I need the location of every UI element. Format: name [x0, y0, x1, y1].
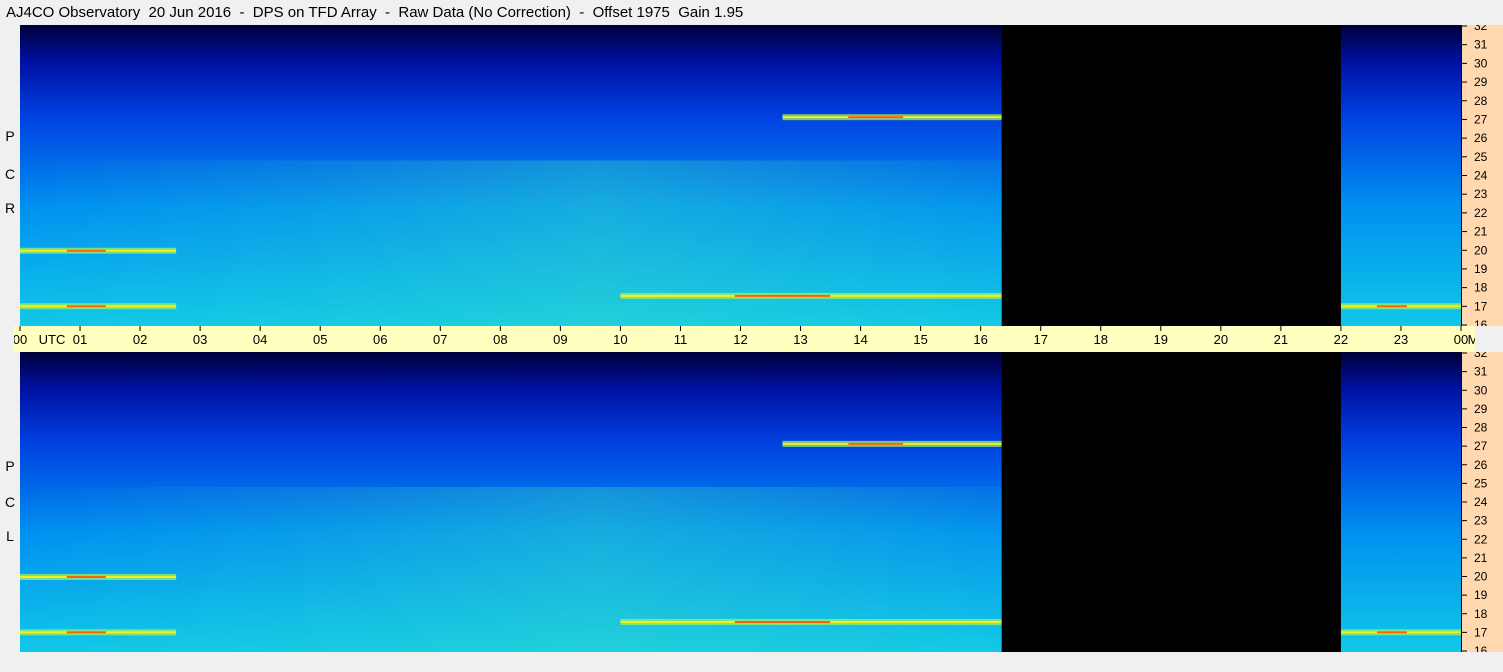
time-tick-label-0: 00 [14, 332, 27, 347]
rcp-freq-tick-label-16: 32 [1474, 25, 1488, 33]
rcp-freq-tick-label-2: 18 [1474, 281, 1488, 295]
rcp-freq-tick-label-6: 22 [1474, 206, 1488, 220]
lcp-freq-tick-label-16: 32 [1474, 352, 1488, 360]
time-tick-label-21: 21 [1274, 332, 1288, 347]
rcp-freq-tick-label-8: 24 [1474, 169, 1488, 183]
lcp-freq-tick-label-6: 22 [1474, 532, 1488, 546]
time-tick-label-22: 22 [1334, 332, 1348, 347]
lcp-freq-tick-label-11: 27 [1474, 439, 1488, 453]
rcp-band-hot-3 [66, 249, 106, 252]
rcp-freq-tick-label-13: 29 [1474, 75, 1488, 89]
lcp-spectrogram [20, 352, 1461, 652]
freq-unit-label: MHz [1468, 332, 1475, 347]
lcp-freq-tick-label-4: 20 [1474, 570, 1488, 584]
time-tick-label-15: 15 [913, 332, 927, 347]
lcp-label-c: C [4, 494, 16, 510]
rcp-freq-tick-label-9: 25 [1474, 150, 1488, 164]
lcp-freq-tick-label-12: 28 [1474, 421, 1488, 435]
time-axis: 00 01 02 03 04 05 06 07 08 09 10 11 12 13 14 15 16 17 18 19… [14, 326, 1475, 352]
rcp-label-c: C [4, 166, 16, 182]
lcp-freq-tick-label-2: 18 [1474, 607, 1488, 621]
lcp-freq-tick-label-0: 16 [1474, 644, 1488, 652]
rcp-freq-tick-label-15: 31 [1474, 38, 1488, 52]
rcp-no-data-0 [1001, 25, 1341, 326]
rcp-freq-tick-label-7: 23 [1474, 187, 1488, 201]
time-tick-label-18: 18 [1094, 332, 1108, 347]
rcp-freq-tick-label-14: 30 [1474, 56, 1488, 70]
time-tick-label-3: 03 [193, 332, 207, 347]
rcp-freq-tick-label-5: 21 [1474, 225, 1488, 239]
lcp-band-hot-1 [734, 621, 831, 623]
time-tick-label-12: 12 [733, 332, 747, 347]
time-tick-label-1: 01 [73, 332, 87, 347]
time-tick-label-7: 07 [433, 332, 447, 347]
time-tick-label-23: 23 [1394, 332, 1408, 347]
lcp-freq-tick-label-13: 29 [1474, 402, 1488, 416]
chart-title: AJ4CO Observatory 20 Jun 2016 - DPS on T… [6, 4, 744, 21]
rcp-band-hot-2 [66, 305, 106, 308]
time-tick-label-4: 04 [253, 332, 267, 347]
lcp-freq-tick-label-7: 23 [1474, 514, 1488, 528]
time-tick-label-2: 02 [133, 332, 147, 347]
rcp-spectrogram [20, 25, 1461, 326]
rcp-band-hot-4 [1376, 305, 1407, 308]
lcp-freq-tick-label-1: 17 [1474, 625, 1488, 639]
lcp-freq-tick-label-14: 30 [1474, 383, 1488, 397]
rcp-freq-tick-label-11: 27 [1474, 112, 1488, 126]
rcp-heatmap [20, 25, 1461, 326]
lcp-frequency-axis: 16 17 18 19 20 21 22 23 24 25 26 27 28 29 30 31 32 [1461, 352, 1503, 652]
time-tick-label-5: 05 [313, 332, 327, 347]
time-tick-label-11: 11 [674, 332, 688, 347]
time-tick-label-20: 20 [1214, 332, 1228, 347]
rcp-freq-tick-label-1: 17 [1474, 299, 1488, 313]
time-tick-label-8: 08 [493, 332, 507, 347]
lcp-band-hot-4 [1376, 631, 1407, 634]
lcp-freq-tick-label-10: 26 [1474, 458, 1488, 472]
rcp-label-r: P [5, 128, 15, 144]
lcp-freq-tick-label-8: 24 [1474, 495, 1488, 509]
lcp-label-p: P [5, 458, 15, 474]
rcp-freq-tick-label-12: 28 [1474, 94, 1488, 108]
lcp-band-hot-3 [66, 576, 106, 578]
time-tick-label-24: 00 [1454, 332, 1468, 347]
time-axis-ticks: 00 01 02 03 04 05 06 07 08 09 10 11 12 13 14 15 16 17 18 19… [14, 326, 1475, 347]
rcp-freq-tick-label-3: 19 [1474, 262, 1488, 276]
lcp-band-hot-0 [848, 442, 904, 445]
rcp-freq-tick-label-4: 20 [1474, 243, 1488, 257]
lcp-no-data-0 [1001, 352, 1341, 652]
time-tick-label-17: 17 [1033, 332, 1047, 347]
lcp-freq-tick-label-5: 21 [1474, 551, 1488, 565]
lcp-freq-tick-label-15: 31 [1474, 365, 1488, 379]
rcp-freq-tick-label-10: 26 [1474, 131, 1488, 145]
lcp-freq-tick-label-9: 25 [1474, 476, 1488, 490]
time-tick-label-9: 09 [553, 332, 567, 347]
time-tick-label-14: 14 [853, 332, 867, 347]
rcp-band-hot-0 [848, 116, 904, 119]
lcp-freq-tick-label-3: 19 [1474, 588, 1488, 602]
time-tick-label-19: 19 [1154, 332, 1168, 347]
lcp-band-hot-2 [66, 631, 106, 634]
time-tick-label-16: 16 [973, 332, 987, 347]
lcp-label-l: L [6, 528, 14, 544]
lcp-heatmap [20, 352, 1461, 652]
rcp-label: P [0, 128, 20, 148]
rcp-freq-tick-label-0: 16 [1474, 318, 1488, 326]
time-tick-label-6: 06 [373, 332, 387, 347]
rcp-label-p: R [4, 200, 16, 216]
time-tick-label-13: 13 [793, 332, 807, 347]
time-unit-label: UTC [39, 332, 66, 347]
time-tick-label-10: 10 [613, 332, 627, 347]
rcp-frequency-axis: 16 17 18 19 20 21 22 23 24 25 26 27 28 29 30 31 32 [1461, 25, 1503, 326]
rcp-band-hot-1 [734, 294, 831, 297]
